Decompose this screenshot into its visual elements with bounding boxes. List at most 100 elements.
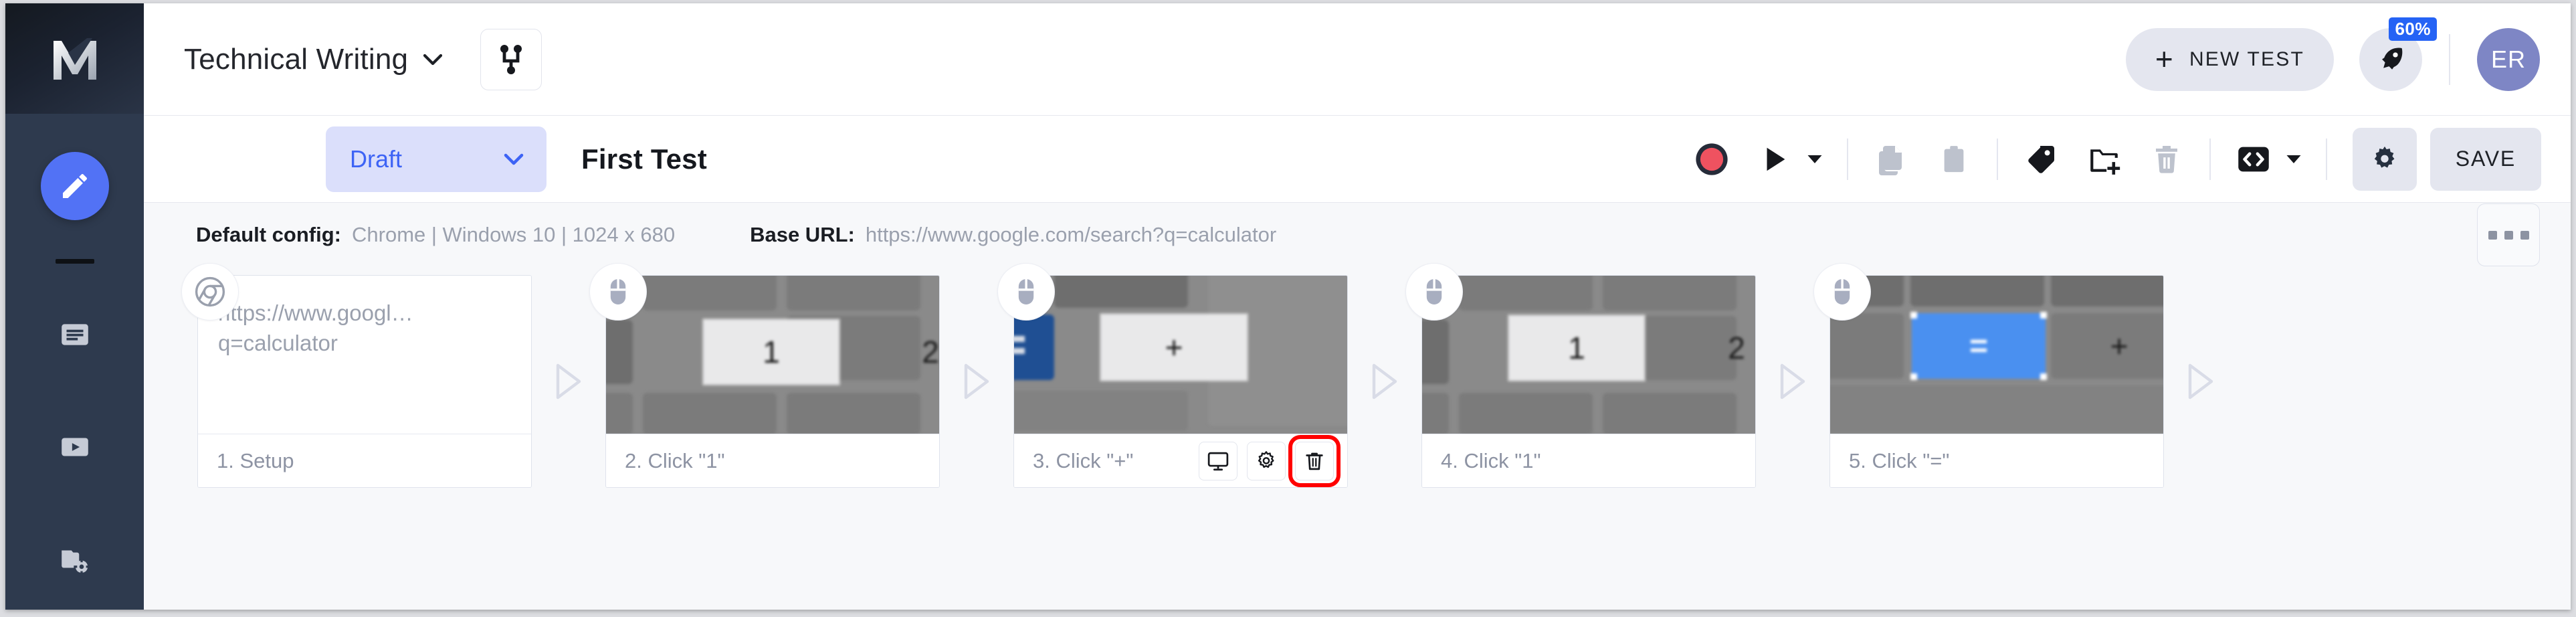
click-badge [589,263,647,321]
sidebar-divider [55,259,94,264]
test-settings-button[interactable] [2352,127,2417,191]
project-selector[interactable]: Technical Writing [176,36,451,83]
avatar[interactable]: ER [2477,27,2540,91]
overflow-menu-button[interactable] [2477,203,2540,266]
app-logo[interactable] [5,3,144,114]
status-dropdown[interactable]: Draft [326,126,547,192]
sidebar-item-plans[interactable] [56,316,94,353]
step-separator [2164,275,2238,488]
step-url-line1: https://www.googl… [218,300,413,325]
toolbar-separator [1996,138,1998,180]
triangle-arrow-right-icon [2188,363,2213,400]
sidebar-nav [5,114,144,578]
step-card-wrap: 1 2 2. Click "1" [589,263,940,488]
chevron-down-icon [423,54,443,65]
ellipsis-icon [2488,230,2497,240]
top-header: Technical Writing + NEW TEST 60% ER [144,3,2571,116]
rocket-icon [2382,47,2403,70]
step-footer: 2. Click "1" [606,434,939,487]
copy-button[interactable] [1866,134,1916,185]
page-title: First Test [581,143,707,175]
step-url: https://www.googl… q=calculator [198,276,531,358]
monitor-icon [1207,452,1229,470]
main-area: Technical Writing + NEW TEST 60% ER Draf… [144,3,2571,610]
ellipsis-icon [2504,230,2513,240]
new-test-button[interactable]: + NEW TEST [2125,27,2334,91]
trash-icon [2155,145,2177,173]
sidebar-item-settings[interactable] [56,541,94,578]
triangle-arrow-right-icon [964,363,989,400]
step-footer: 1. Setup [198,434,531,487]
step-label: 2. Click "1" [625,448,725,472]
add-to-folder-button[interactable] [2078,134,2129,185]
chrome-icon [195,276,225,307]
mouse-click-icon [610,279,626,304]
toolbar-separator [2209,138,2211,180]
gear-icon [1258,450,1274,468]
step-delete-button[interactable] [1288,434,1341,487]
toolbar-separator [2325,138,2327,180]
step-label: 1. Setup [217,448,294,472]
step-card-wrap: https://www.googl… q=calculator 1. Setup [181,263,532,488]
step-label: 5. Click "=" [1849,448,1950,472]
run-options-button[interactable] [1800,136,1829,183]
ellipsis-icon [2520,230,2529,240]
run-button[interactable] [1749,134,1800,185]
toolbar-separator [1846,138,1848,180]
mabl-m-logo-icon [53,37,96,80]
step-preview-button[interactable] [1199,441,1237,480]
click-badge [1813,263,1871,321]
calculator-key-label: 1 [763,335,780,369]
delete-button[interactable] [2141,134,2192,185]
click-badge [1405,263,1463,321]
tag-button[interactable] [2015,134,2066,185]
default-config-label: Default config: [196,223,341,246]
code-options-button[interactable] [2279,136,2308,183]
default-config-value[interactable]: Chrome | Windows 10 | 1024 x 680 [352,223,675,247]
step-thumbnail: + [1014,276,1347,434]
step-card[interactable]: 1 2 2. Click "1" [605,275,940,488]
step-url-line2: q=calculator [218,330,338,355]
step-label: 4. Click "1" [1441,448,1541,472]
record-button[interactable] [1686,134,1737,185]
step-label: 3. Click "+" [1033,448,1134,472]
step-settings-button[interactable] [1247,441,1286,480]
sidebar-item-create[interactable] [40,152,109,220]
sidebar-item-runs[interactable] [56,428,94,466]
clipboard-paste-icon [1944,145,1964,172]
calculator-screenshot: + [1014,276,1347,434]
project-name: Technical Writing [184,42,409,76]
branch-button[interactable] [480,28,542,90]
application-window: Technical Writing + NEW TEST 60% ER Draf… [5,3,2571,610]
step-card[interactable]: https://www.googl… q=calculator 1. Setup [197,275,532,488]
step-card[interactable]: + 3. Click "+" [1013,275,1348,488]
git-branch-icon [500,44,522,74]
mouse-click-icon [1018,279,1034,304]
status-label: Draft [350,145,403,173]
default-config: Default config: Chrome | Windows 10 | 10… [196,223,675,247]
step-thumbnail: 1 2 [606,276,939,434]
steps-strip: https://www.googl… q=calculator 1. Setup [144,263,2571,610]
calculator-screenshot: 1 2 [606,276,939,434]
gear-icon [2374,146,2395,168]
caret-down-icon [2286,155,2301,163]
step-thumbnail: = + [1830,276,2163,434]
step-card[interactable]: 1 2 4. Click "1" [1421,275,1756,488]
plus-icon: + [2155,41,2175,77]
step-footer: 4. Click "1" [1422,434,1755,487]
triangle-arrow-right-icon [1780,363,1805,400]
base-url-label: Base URL: [750,223,855,246]
chrome-badge [181,263,239,321]
test-toolbar: Draft First Test SAVE [144,116,2571,203]
step-card[interactable]: = + 5. Click "=" [1829,275,2164,488]
chevron-down-icon [504,153,524,165]
folder-settings-icon [61,550,90,575]
paste-button[interactable] [1928,134,1979,185]
rocket-button-wrap: 60% [2359,17,2437,91]
save-button[interactable]: SAVE [2430,127,2541,191]
calculator-key-highlight: + [1101,315,1247,380]
base-url-value[interactable]: https://www.google.com/search?q=calculat… [866,223,1276,247]
mouse-click-icon [1426,279,1442,304]
step-card-wrap: 1 2 4. Click "1" [1405,263,1756,488]
code-view-button[interactable] [2228,134,2279,185]
